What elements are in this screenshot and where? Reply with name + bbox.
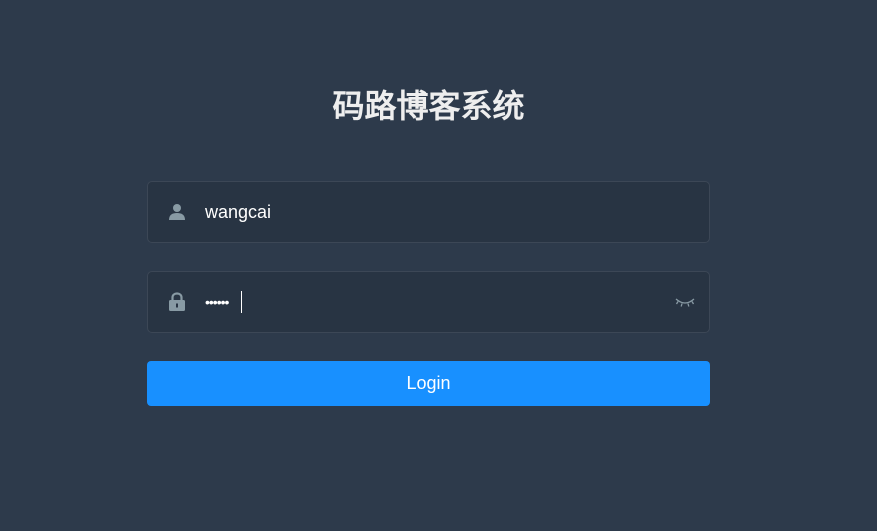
password-input[interactable]: •••••• xyxy=(205,272,229,332)
username-input[interactable]: wangcai xyxy=(205,182,271,242)
eye-closed-icon[interactable] xyxy=(674,293,696,311)
username-field[interactable]: wangcai xyxy=(147,181,710,243)
lock-icon xyxy=(167,292,187,312)
text-caret xyxy=(241,291,242,313)
page-title: 码路博客系统 xyxy=(332,87,525,125)
user-icon xyxy=(167,202,187,222)
login-button[interactable]: Login xyxy=(147,361,710,406)
password-field[interactable]: •••••• xyxy=(147,271,710,333)
